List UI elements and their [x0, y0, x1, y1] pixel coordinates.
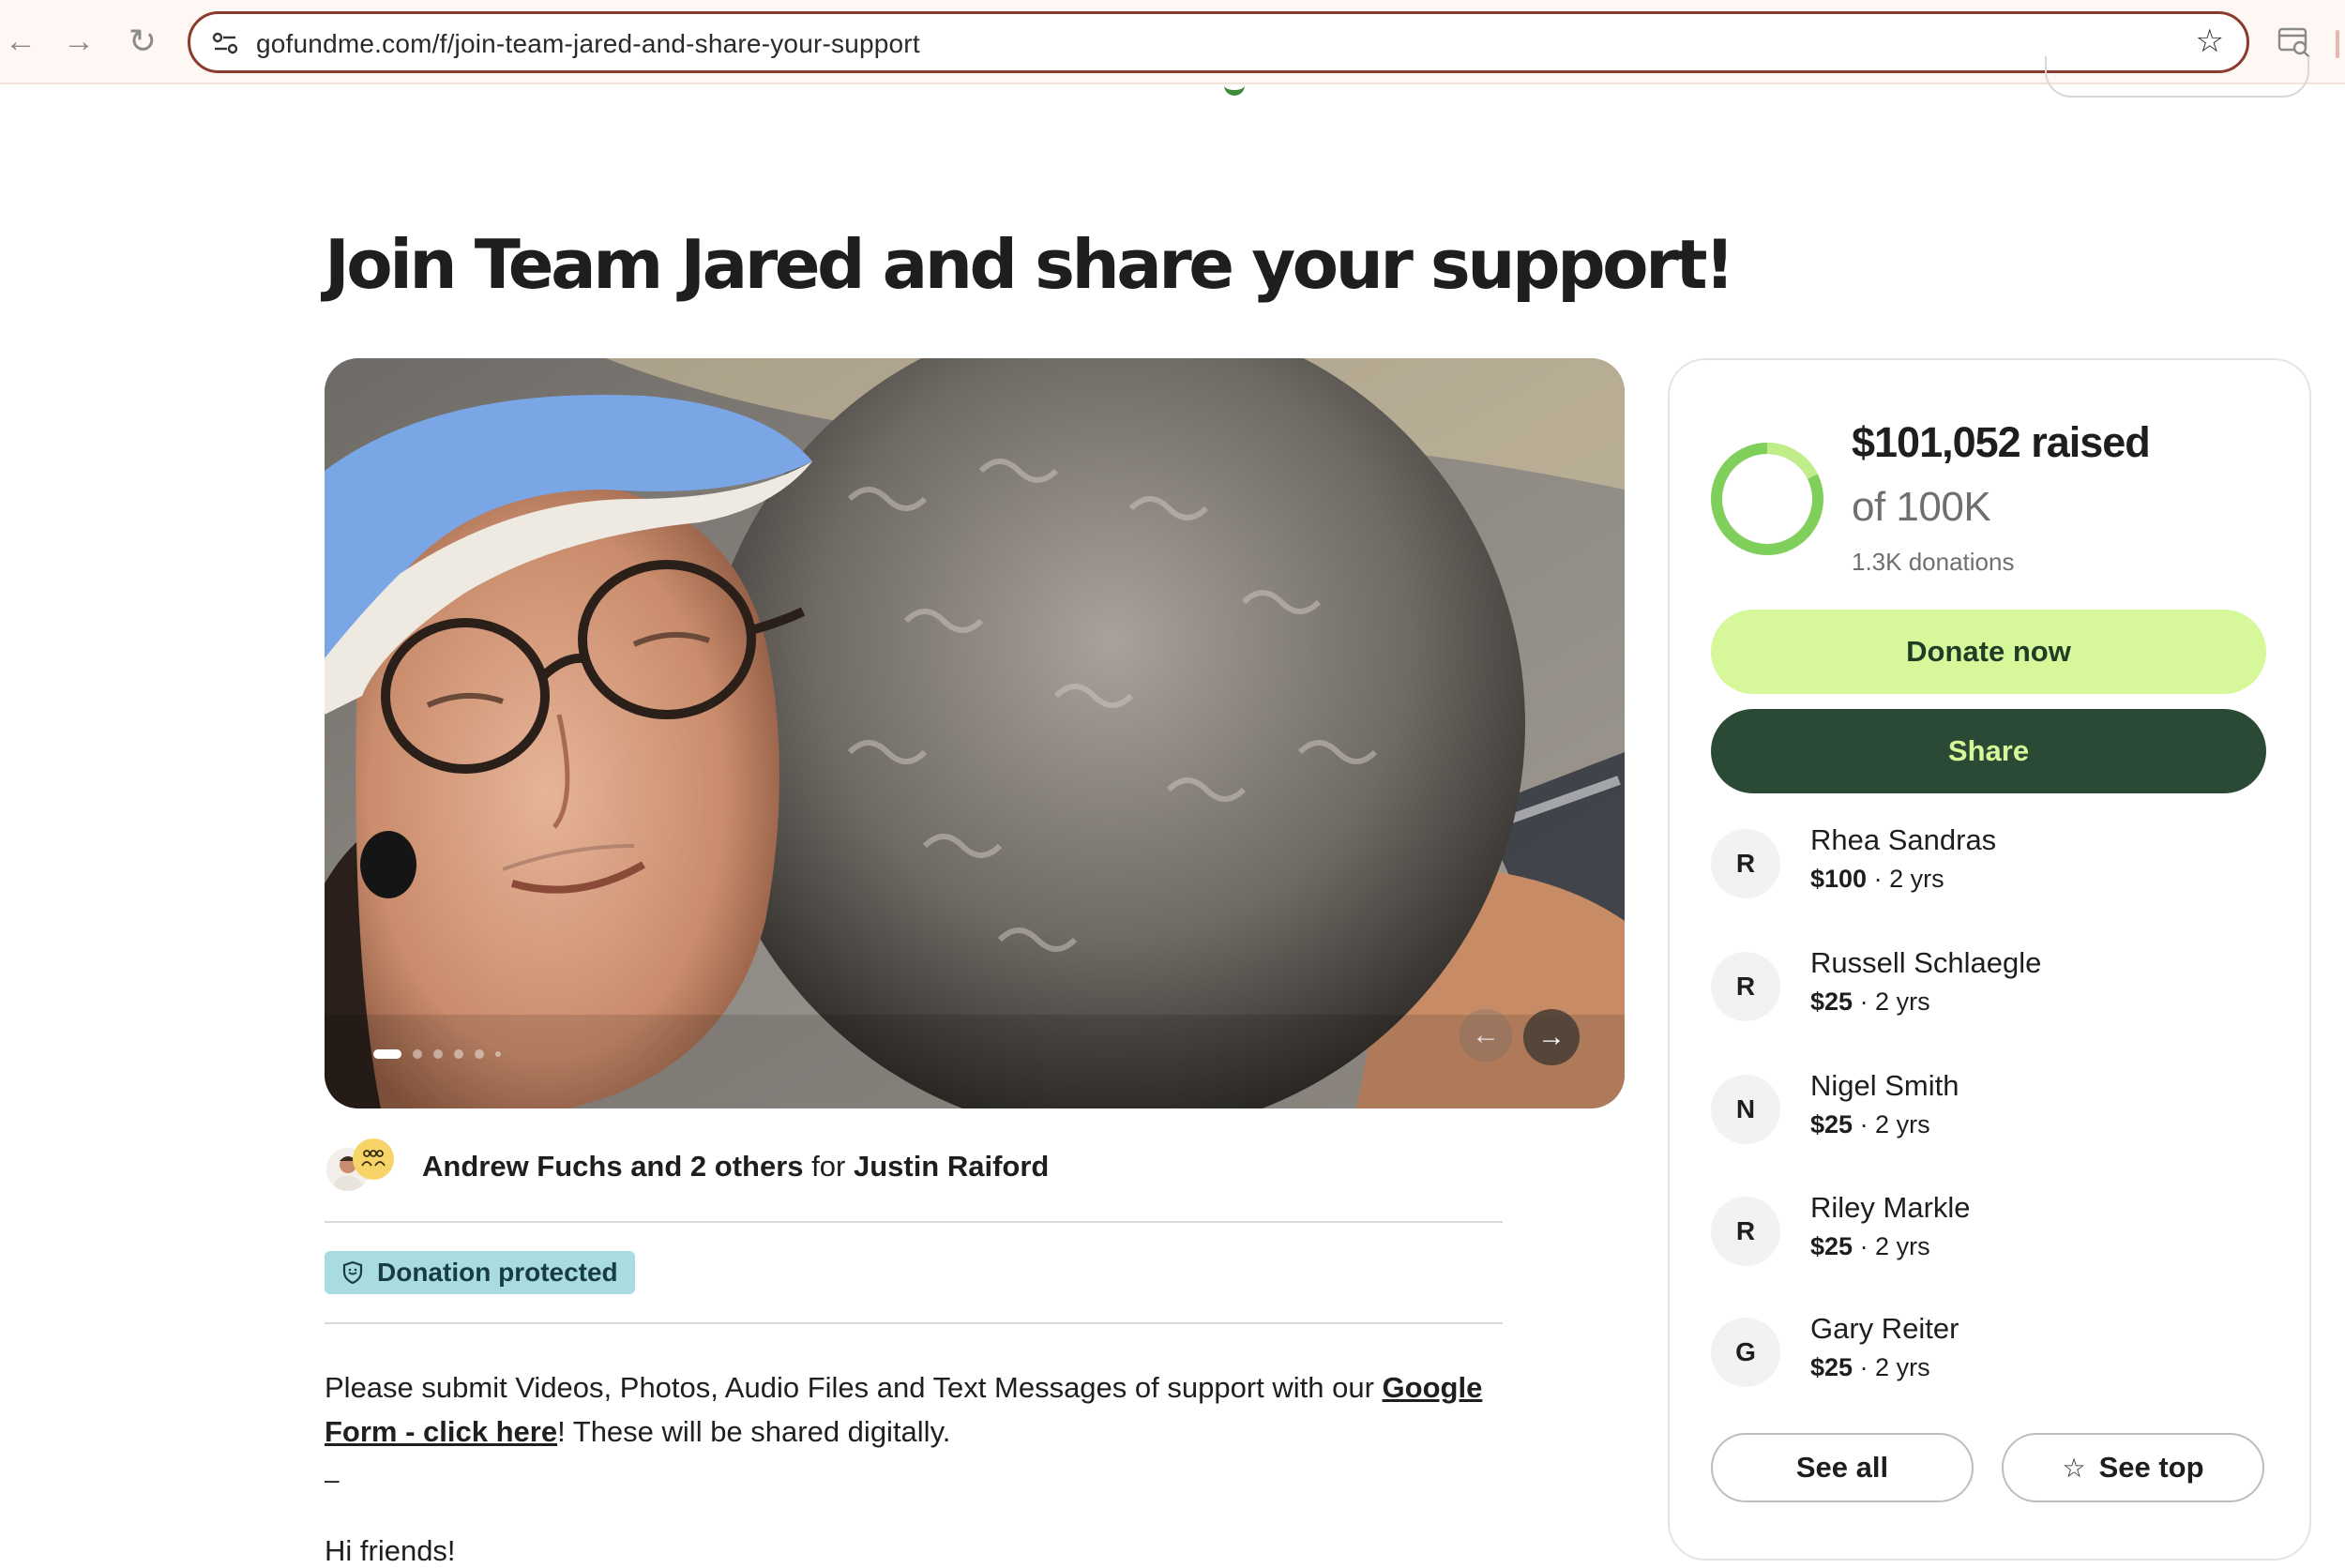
carousel-dot[interactable]	[495, 1051, 501, 1057]
donor-list-item: N Nigel Smith $25 · 2 yrs	[1711, 1067, 2236, 1152]
back-icon[interactable]: ←	[0, 21, 41, 62]
donor-name: Riley Markle	[1810, 1191, 1971, 1224]
donor-name: Rhea Sandras	[1810, 823, 1997, 856]
see-top-label: See top	[2098, 1451, 2204, 1484]
donor-amount: $25	[1810, 1110, 1853, 1138]
donor-meta: $100 · 2 yrs	[1810, 865, 1944, 894]
donor-list-item: R Russell Schlaegle $25 · 2 yrs	[1711, 944, 2236, 1029]
share-button[interactable]: Share	[1711, 709, 2266, 793]
divider	[325, 1322, 1503, 1324]
donor-meta: $25 · 2 yrs	[1810, 1110, 1930, 1139]
url-text[interactable]: gofundme.com/f/join-team-jared-and-share…	[256, 29, 920, 59]
donor-amount: $25	[1810, 988, 1853, 1016]
donation-protected-badge[interactable]: Donation protected	[325, 1251, 635, 1294]
donor-avatar: R	[1711, 829, 1780, 898]
site-settings-icon[interactable]	[211, 29, 239, 57]
hero-illustration	[325, 358, 1625, 1108]
carousel-dot[interactable]	[475, 1049, 484, 1059]
header-button[interactable]	[2045, 56, 2309, 98]
donor-time: · 2 yrs	[1853, 1110, 1930, 1138]
organizer-row[interactable]: Andrew Fuchs and 2 others for Justin Rai…	[325, 1138, 1049, 1195]
carousel-dot[interactable]	[373, 1049, 401, 1059]
organizer-avatars	[325, 1138, 400, 1195]
carousel-next-arrow-icon[interactable]: →	[1523, 1009, 1580, 1065]
donor-amount: $25	[1810, 1232, 1853, 1260]
forward-icon[interactable]: →	[58, 21, 99, 62]
beneficiary-name[interactable]: Justin Raiford	[854, 1150, 1049, 1183]
donor-name: Nigel Smith	[1810, 1069, 1959, 1102]
browser-toolbar: ← → ↻ gofundme.com/f/join-team-jared-and…	[0, 0, 2345, 84]
donor-amount: $100	[1810, 865, 1868, 893]
organizer-name[interactable]: Andrew Fuchs and 2 others	[422, 1150, 804, 1183]
progress-ring	[1711, 443, 1823, 555]
reading-lens-icon[interactable]	[2277, 26, 2311, 58]
carousel-dot[interactable]	[454, 1049, 463, 1059]
donor-name: Gary Reiter	[1810, 1312, 1959, 1345]
carousel-prev-arrow-icon[interactable]: ←	[1460, 1009, 1512, 1062]
donor-avatar: N	[1711, 1075, 1780, 1144]
donor-time: · 2 yrs	[1853, 1353, 1930, 1381]
donor-meta: $25 · 2 yrs	[1810, 1353, 1930, 1382]
bookmark-star-icon[interactable]: ☆	[2196, 25, 2224, 57]
amount-raised: $101,052 raised	[1852, 418, 2151, 466]
see-top-button[interactable]: ☆ See top	[2002, 1433, 2264, 1502]
donor-time: · 2 yrs	[1853, 988, 1930, 1016]
carousel-dot[interactable]	[413, 1049, 422, 1059]
organizer-text: Andrew Fuchs and 2 others for Justin Rai…	[422, 1150, 1049, 1184]
organizer-for: for	[811, 1150, 846, 1183]
donor-avatar: G	[1711, 1318, 1780, 1387]
donor-list-item: R Riley Markle $25 · 2 yrs	[1711, 1189, 2236, 1274]
donor-meta: $25 · 2 yrs	[1810, 1232, 1930, 1261]
star-icon: ☆	[2062, 1453, 2086, 1483]
gofundme-logo[interactable]	[1224, 83, 1245, 96]
campaign-title: Join Team Jared and share your support!	[325, 225, 1735, 304]
donor-avatar: R	[1711, 1197, 1780, 1266]
shield-icon	[342, 1260, 363, 1285]
donor-amount: $25	[1810, 1353, 1853, 1381]
story-text: ! These will be shared digitally.	[557, 1415, 951, 1448]
campaign-story: Please submit Videos, Photos, Audio File…	[325, 1365, 1516, 1454]
goal-amount: of 100K	[1852, 484, 1991, 530]
donor-time: · 2 yrs	[1853, 1232, 1930, 1260]
donations-count: 1.3K donations	[1852, 548, 2015, 576]
divider	[325, 1221, 1503, 1223]
carousel-dot[interactable]	[433, 1049, 443, 1059]
donor-meta: $25 · 2 yrs	[1810, 988, 1930, 1017]
see-all-button[interactable]: See all	[1711, 1433, 1974, 1502]
donor-list-item: R Rhea Sandras $100 · 2 yrs	[1711, 822, 2236, 906]
story-greeting: Hi friends!	[325, 1534, 456, 1567]
story-text: Please submit Videos, Photos, Audio File…	[325, 1371, 1383, 1404]
window-edge	[2336, 30, 2339, 58]
campaign-photo[interactable]	[325, 358, 1625, 1108]
donation-protected-label: Donation protected	[377, 1258, 618, 1287]
reload-icon[interactable]: ↻	[122, 21, 163, 62]
team-members-icon	[353, 1138, 394, 1180]
donor-name: Russell Schlaegle	[1810, 946, 2042, 979]
carousel-indicators	[373, 1048, 501, 1060]
donor-avatar: R	[1711, 952, 1780, 1021]
donor-time: · 2 yrs	[1867, 865, 1944, 893]
story-separator: –	[325, 1465, 340, 1494]
address-bar[interactable]: gofundme.com/f/join-team-jared-and-share…	[188, 11, 2249, 73]
donate-now-button[interactable]: Donate now	[1711, 610, 2266, 694]
donor-list-item: G Gary Reiter $25 · 2 yrs	[1711, 1310, 2236, 1395]
